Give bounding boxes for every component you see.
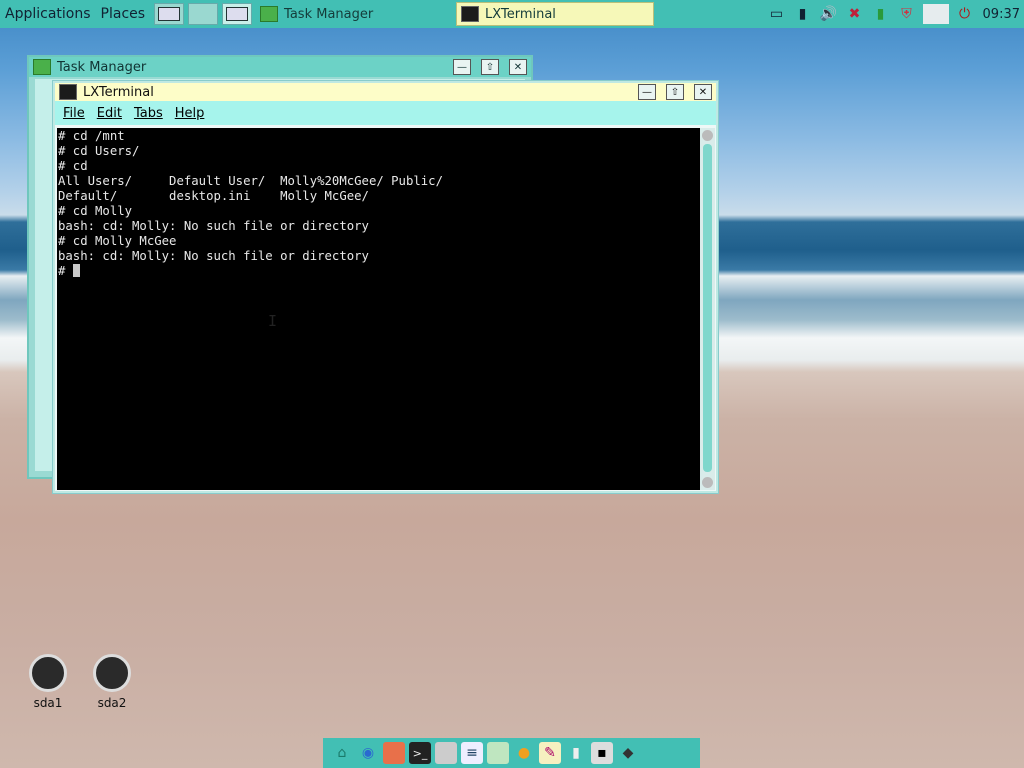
storage-icon[interactable]: ▮ bbox=[871, 4, 891, 24]
workspace-2[interactable] bbox=[188, 3, 219, 25]
window-icon bbox=[158, 7, 181, 21]
menu-tabs[interactable]: Tabs bbox=[134, 106, 163, 121]
places-menu[interactable]: Places bbox=[96, 6, 151, 22]
taskbar-item-label: LXTerminal bbox=[485, 6, 556, 22]
terminal-line: bash: cd: Molly: No such file or directo… bbox=[58, 219, 369, 233]
applications-menu[interactable]: Applications bbox=[0, 6, 96, 22]
terminal-line: Default/ desktop.ini Molly McGee/ bbox=[58, 189, 369, 203]
terminal-icon bbox=[461, 6, 480, 22]
terminal-line: # cd bbox=[58, 159, 88, 173]
paint-icon[interactable]: ● bbox=[513, 742, 535, 764]
battery-icon[interactable]: ▮ bbox=[793, 4, 813, 24]
taskbar-item-lxterminal[interactable]: LXTerminal bbox=[456, 2, 655, 26]
disk-icon bbox=[29, 654, 67, 692]
close-button[interactable]: ✕ bbox=[509, 59, 527, 75]
task-manager-icon bbox=[260, 6, 279, 22]
settings-icon[interactable]: ◆ bbox=[617, 742, 639, 764]
terminal-line: bash: cd: Molly: No such file or directo… bbox=[58, 249, 369, 263]
window-title: LXTerminal bbox=[83, 84, 154, 100]
lxterminal-window: LXTerminal — ⇧ ✕ File Edit Tabs Help # c… bbox=[53, 81, 718, 493]
task-manager-titlebar[interactable]: Task Manager — ⇧ ✕ bbox=[29, 57, 531, 77]
window-title: Task Manager bbox=[57, 59, 147, 75]
globe-icon[interactable]: ◉ bbox=[357, 742, 379, 764]
system-tray: ▭ ▮ 🔊 ✖ ▮ ⛨ ⏻ 09:37 bbox=[767, 0, 1024, 28]
clock[interactable]: 09:37 bbox=[981, 4, 1020, 24]
close-button[interactable]: ✕ bbox=[694, 84, 712, 100]
workspace-1[interactable] bbox=[154, 3, 185, 25]
ibeam-cursor-icon: I bbox=[268, 312, 278, 330]
desktop-icon-sda2[interactable]: sda2 bbox=[87, 654, 137, 710]
scrollbar-thumb[interactable] bbox=[703, 144, 712, 472]
tools-icon[interactable]: ▮ bbox=[565, 742, 587, 764]
editor-icon[interactable]: ✎ bbox=[539, 742, 561, 764]
window-icon[interactable] bbox=[922, 4, 949, 24]
notes-icon[interactable] bbox=[487, 742, 509, 764]
minimize-button[interactable]: — bbox=[638, 84, 656, 100]
menu-help[interactable]: Help bbox=[175, 106, 205, 121]
terminal-line: # cd /mnt bbox=[58, 129, 125, 143]
workspace-3[interactable] bbox=[222, 3, 253, 25]
disk-icon bbox=[93, 654, 131, 692]
terminal-scrollbar[interactable] bbox=[700, 128, 715, 490]
terminal-icon[interactable]: >_ bbox=[409, 742, 431, 764]
maximize-button[interactable]: ⇧ bbox=[666, 84, 684, 100]
shield-icon[interactable]: ⛨ bbox=[897, 4, 917, 24]
text-cursor bbox=[72, 264, 80, 277]
top-panel: Applications Places Task Manager LXTermi… bbox=[0, 0, 1024, 28]
desktop-icon-label: sda1 bbox=[33, 696, 63, 710]
power-icon[interactable]: ⏻ bbox=[955, 4, 975, 24]
desktop-icon-label: sda2 bbox=[97, 696, 127, 710]
terminal-prompt: # bbox=[58, 264, 73, 278]
menu-edit[interactable]: Edit bbox=[97, 106, 122, 121]
home-icon[interactable]: ⌂ bbox=[331, 742, 353, 764]
dock: ⌂ ◉ >_ ≡ ● ✎ ▮ ▪ ◆ bbox=[323, 738, 700, 768]
terminal-line: # cd Users/ bbox=[58, 144, 140, 158]
document-icon[interactable]: ≡ bbox=[461, 742, 483, 764]
minimize-button[interactable]: — bbox=[453, 59, 471, 75]
scroll-up-icon[interactable] bbox=[702, 130, 713, 141]
terminal-line: # cd Molly bbox=[58, 204, 133, 218]
monitor-icon[interactable]: ▪ bbox=[591, 742, 613, 764]
lxterminal-titlebar[interactable]: LXTerminal — ⇧ ✕ bbox=[55, 83, 716, 101]
task-manager-icon bbox=[33, 59, 51, 75]
menu-file[interactable]: File bbox=[63, 106, 85, 121]
files-icon[interactable] bbox=[435, 742, 457, 764]
terminal-output[interactable]: # cd /mnt # cd Users/# cd All Users/ Defau… bbox=[57, 128, 700, 490]
terminal-menubar: File Edit Tabs Help bbox=[55, 101, 716, 125]
folder-icon[interactable] bbox=[383, 742, 405, 764]
taskbar-item-task-manager[interactable]: Task Manager bbox=[256, 2, 452, 26]
maximize-button[interactable]: ⇧ bbox=[481, 59, 499, 75]
terminal-prompt-line: # bbox=[58, 264, 700, 279]
terminal-line: # cd Molly McGee bbox=[58, 234, 177, 248]
folder-icon[interactable]: ▭ bbox=[767, 4, 787, 24]
scroll-down-icon[interactable] bbox=[702, 477, 713, 488]
terminal-icon bbox=[59, 84, 77, 100]
terminal-line: All Users/ Default User/ Molly%20McGee/ … bbox=[58, 174, 443, 188]
taskbar-item-label: Task Manager bbox=[284, 6, 374, 22]
volume-icon[interactable]: 🔊 bbox=[819, 4, 839, 24]
desktop-icon-sda1[interactable]: sda1 bbox=[23, 654, 73, 710]
network-icon[interactable]: ✖ bbox=[845, 4, 865, 24]
window-icon bbox=[226, 7, 249, 21]
